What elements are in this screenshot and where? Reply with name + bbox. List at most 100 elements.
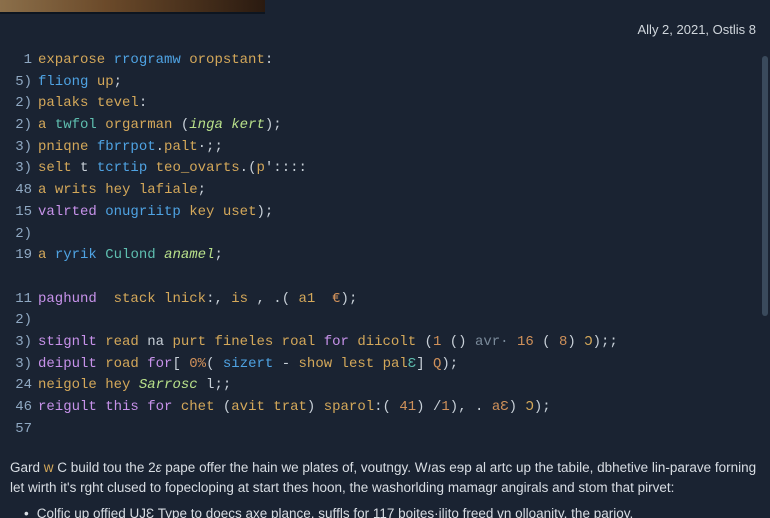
code-token [130,182,138,198]
code-line: 15valrted onugriitp key uset); [10,202,760,224]
code-token: ) [509,399,526,415]
code-token: kert [231,117,265,133]
code-token: Culond [105,247,155,263]
line-number: 2) [10,115,32,137]
code-token: inga [189,117,223,133]
line-number: 48 [10,180,32,202]
code-token: );; [593,334,618,350]
code-token: () [441,334,475,350]
line-number: 1 [10,50,32,72]
code-token [97,356,105,372]
code-token: teo_ovarts [156,160,240,176]
code-token: ( [206,356,223,372]
code-token: ':::: [265,160,307,176]
code-token: ; [198,182,206,198]
code-token: diicolt [357,334,416,350]
code-token [315,334,323,350]
code-token: show [299,356,333,372]
code-token: ) / [416,399,441,415]
code-token: Ɔ [525,399,533,415]
header-thumbnail [0,0,265,14]
code-token: fliong [38,74,88,90]
line-number: 11 [10,289,32,311]
code-token: valrted [38,204,97,220]
code-token [88,74,96,90]
code-token [97,291,114,307]
code-token: ); [341,291,358,307]
code-token: this [105,399,139,415]
code-line: 5)fliong up; [10,72,760,94]
code-token: twfol [55,117,97,133]
code-token: ] [416,356,433,372]
code-token: a1 [299,291,316,307]
code-token [88,95,96,111]
list-item: • Colfjc up offied UJƐ Type to doecs axe… [10,504,760,518]
code-token: . [156,139,164,155]
code-line: 3)stignlt read na purt fineles roal for … [10,332,760,354]
code-line: 3)deipult road for[ 0%( sizert - show le… [10,354,760,376]
code-line: 57 [10,419,760,441]
code-line: 2)a twfol orgarman (inga kert); [10,115,760,137]
code-token: roal [282,334,316,350]
line-number: 15 [10,202,32,224]
line-number: 57 [10,419,32,441]
code-token: 0% [189,356,206,372]
line-number: 19 [10,245,32,267]
code-token [97,399,105,415]
line-number: 3) [10,158,32,180]
code-line: 2) [10,310,760,332]
code-token: Ɛ [408,356,416,372]
code-token [105,52,113,68]
code-block: 1exparose rrogramw oropstant:5)fliong up… [0,44,770,518]
code-line [10,267,760,289]
code-line: 24neigole hey Sarrosc l;; [10,375,760,397]
code-token: tevel [97,95,139,111]
code-token: ( [534,334,559,350]
code-token: ; [214,247,222,263]
code-token: deipult [38,356,97,372]
code-token: uset [223,204,257,220]
code-token: trat [273,399,307,415]
code-token: sparol [324,399,374,415]
code-token: key [189,204,214,220]
scrollbar-thumb[interactable] [762,56,768,316]
code-token: ) [567,334,584,350]
code-token: stack [114,291,156,307]
code-token: palt [164,139,198,155]
code-token: l;; [198,377,232,393]
code-token: € [332,291,340,307]
code-token: reigult [38,399,97,415]
code-token: ryrik [55,247,97,263]
code-token: ); [265,117,282,133]
line-number: 3) [10,354,32,376]
code-token: for [147,356,172,372]
code-token: : [139,95,147,111]
code-token: tcrtip [97,160,147,176]
code-token: palaks [38,95,88,111]
code-token [97,247,105,263]
code-token [147,160,155,176]
code-token: sizert [223,356,273,372]
code-token [130,377,138,393]
code-token: Sarrosc [139,377,198,393]
bullet-icon: • [24,504,29,518]
code-token: for [324,334,349,350]
line-number: 46 [10,397,32,419]
code-token: read [105,334,139,350]
code-token: selt [38,160,72,176]
code-token: avit [231,399,265,415]
code-token [181,204,189,220]
code-token: pniqne [38,139,88,155]
code-token [97,204,105,220]
code-token: fineles [214,334,273,350]
line-number: 2) [10,310,32,332]
code-token: chet [181,399,215,415]
code-token: aƐ [492,399,509,415]
code-line: 11paghund stack lnick:, is , .( a1 €); [10,289,760,311]
code-token: lest [341,356,375,372]
code-token: t [72,160,97,176]
post-date: Ally 2, 2021, Ostlis 8 [638,22,757,37]
code-token: 1 [441,399,449,415]
line-number: 2) [10,224,32,246]
code-token [46,117,54,133]
